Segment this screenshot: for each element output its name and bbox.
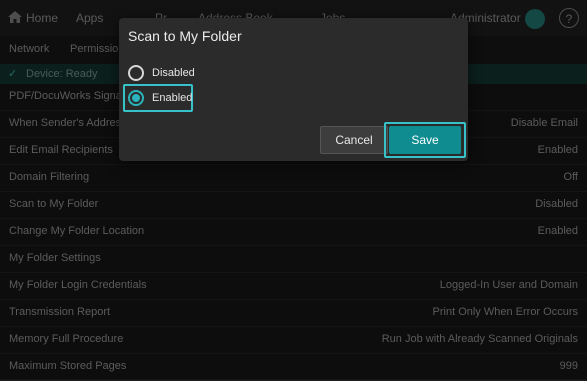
option-enabled-label: Enabled: [152, 92, 193, 104]
radio-disabled[interactable]: [128, 65, 144, 81]
scan-to-my-folder-dialog: Scan to My Folder Disabled Enabled Cance…: [119, 18, 468, 161]
cancel-button[interactable]: Cancel: [320, 126, 388, 154]
dialog-title: Scan to My Folder: [128, 28, 242, 44]
option-disabled-label: Disabled: [152, 67, 195, 79]
radio-enabled[interactable]: [128, 90, 144, 106]
save-button[interactable]: Save: [389, 126, 461, 154]
